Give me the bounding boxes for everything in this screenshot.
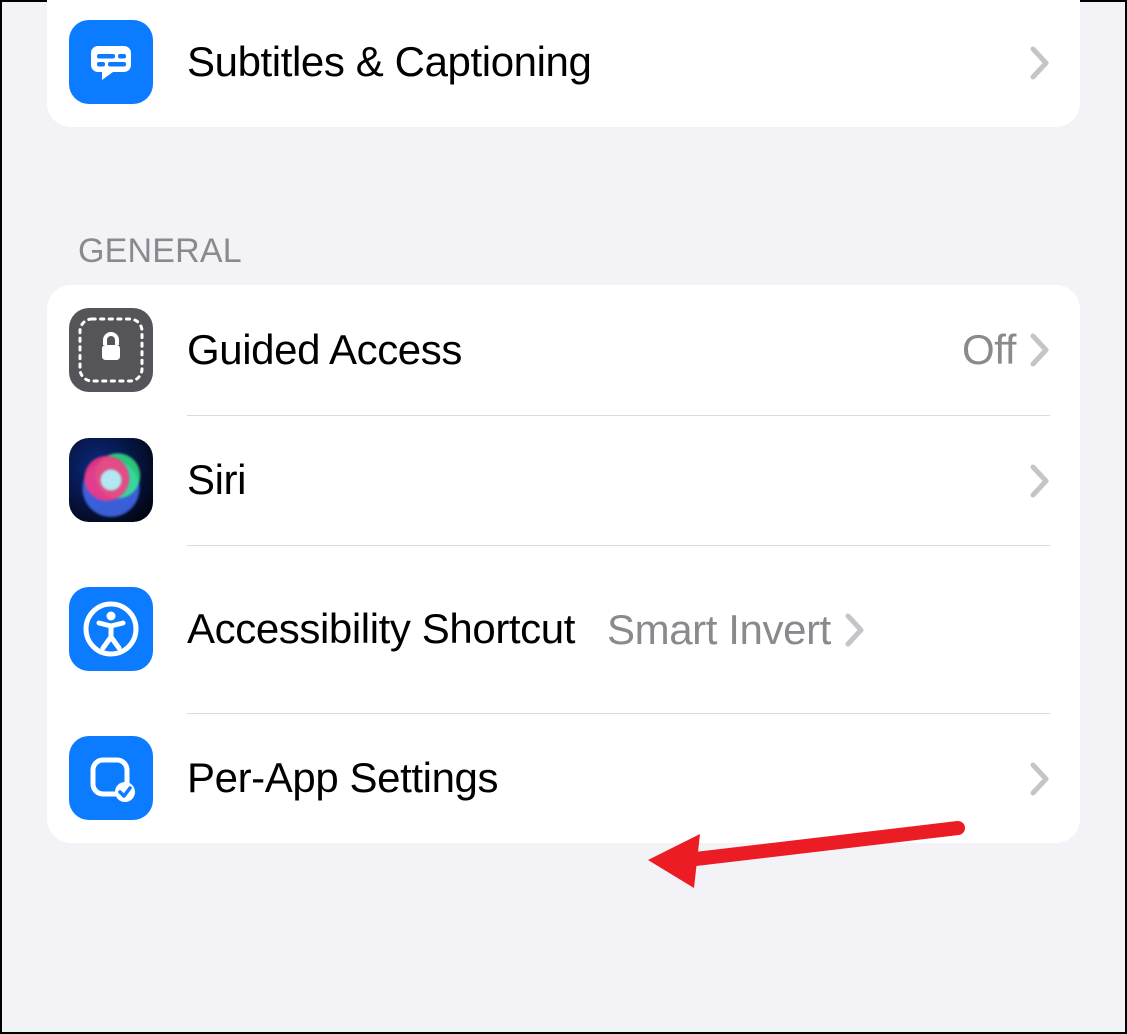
subtitles-icon: [69, 20, 153, 104]
row-siri[interactable]: Siri: [47, 415, 1080, 545]
row-label: Accessibility Shortcut: [187, 605, 607, 653]
section-header-general: General: [78, 232, 1125, 271]
row-value: Smart Invert: [607, 606, 831, 654]
accessibility-shortcut-icon: [69, 587, 153, 671]
chevron-right-icon: [1030, 46, 1050, 80]
siri-icon: [69, 438, 153, 522]
row-subtitles-captioning[interactable]: Subtitles & Captioning: [47, 0, 1080, 127]
row-label: Guided Access: [187, 326, 962, 374]
chevron-right-icon: [1030, 333, 1050, 367]
chevron-right-icon: [1030, 762, 1050, 796]
row-value: Off: [962, 326, 1016, 374]
chevron-right-icon: [1030, 464, 1050, 498]
row-label: Per-App Settings: [187, 754, 1030, 802]
per-app-settings-icon: [69, 736, 153, 820]
hearing-group: Audio Descriptions Subtitles & Captionin…: [47, 0, 1080, 127]
chevron-right-icon: [845, 613, 865, 647]
row-label: Subtitles & Captioning: [187, 38, 1030, 86]
settings-scroll[interactable]: Audio Descriptions Subtitles & Captionin…: [2, 0, 1125, 897]
general-group: Guided Access Off Siri: [47, 285, 1080, 843]
row-per-app-settings[interactable]: Per-App Settings: [47, 713, 1080, 843]
row-label: Siri: [187, 456, 1030, 504]
guided-access-icon: [69, 308, 153, 392]
row-accessibility-shortcut[interactable]: Accessibility Shortcut Smart Invert: [47, 545, 1080, 713]
row-guided-access[interactable]: Guided Access Off: [47, 285, 1080, 415]
